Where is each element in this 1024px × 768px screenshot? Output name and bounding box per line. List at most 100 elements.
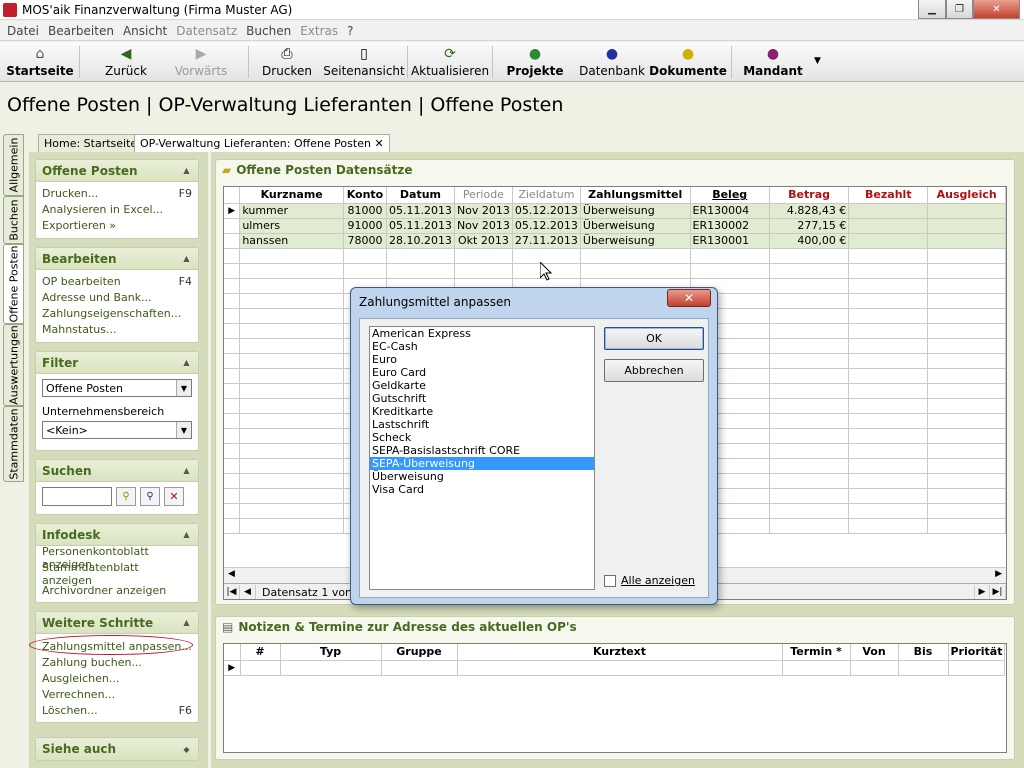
projects-button[interactable]: ● Projekte	[504, 42, 566, 82]
list-item[interactable]: Lastschrift	[370, 418, 594, 431]
filter-select[interactable]: Offene Posten ▼	[42, 379, 192, 397]
col-typ[interactable]: Typ	[280, 644, 382, 661]
col-zieldatum[interactable]: Zieldatum	[512, 187, 581, 204]
payment-properties-link[interactable]: Zahlungseigenschaften...	[36, 305, 198, 321]
address-bank-link[interactable]: Adresse und Bank...	[36, 289, 198, 305]
table-row[interactable]: hanssen 78000 28.10.2013 Okt 2013 27.11.2013…	[224, 233, 1006, 249]
filter-search-icon[interactable]: ⚲	[116, 487, 136, 506]
offset-link[interactable]: Verrechnen...	[36, 686, 198, 702]
col-ausgleich[interactable]: Ausgleich	[927, 187, 1006, 204]
list-item[interactable]: SEPA-Überweisung	[370, 457, 594, 470]
back-button[interactable]: ◀ Zurück	[98, 42, 154, 82]
client-button[interactable]: ● Mandant	[742, 42, 804, 82]
business-unit-select[interactable]: <Kein> ▼	[42, 421, 192, 439]
collapse-icon[interactable]: ▲	[181, 529, 192, 540]
menu-datensatz[interactable]: Datensatz	[176, 24, 237, 38]
doc-tab-offene-posten[interactable]: OP-Verwaltung Lieferanten: Offene Posten…	[134, 134, 390, 152]
maximize-button[interactable]: ❐	[946, 0, 973, 19]
excel-link[interactable]: Analysieren in Excel...	[36, 201, 198, 217]
table-row[interactable]: ulmers 91000 05.11.2013 Nov 2013 05.12.2013 Ü…	[224, 218, 1006, 234]
col-beleg[interactable]: Beleg	[690, 187, 770, 204]
list-item[interactable]: EC-Cash	[370, 340, 594, 353]
col-bezahlt[interactable]: Bezahlt	[848, 187, 929, 204]
clear-filter-icon[interactable]: ✕	[164, 487, 184, 506]
expand-icon[interactable]: ◆	[181, 744, 192, 755]
col-konto[interactable]: Konto	[343, 187, 387, 204]
delete-link[interactable]: Löschen... F6	[36, 702, 198, 718]
dialog-close-button[interactable]: ✕	[667, 289, 711, 307]
advanced-filter-icon[interactable]: ⚲	[140, 487, 160, 506]
minimize-button[interactable]: ▁	[918, 0, 946, 19]
last-record-icon[interactable]: ▶|	[990, 584, 1006, 599]
list-item[interactable]: Euro	[370, 353, 594, 366]
collapse-icon[interactable]: ▲	[181, 465, 192, 476]
col-prioritaet[interactable]: Priorität	[948, 644, 1006, 661]
vtab-offene-posten[interactable]: Offene Posten	[3, 244, 24, 324]
menu-ansicht[interactable]: Ansicht	[123, 24, 167, 38]
col-gruppe[interactable]: Gruppe	[381, 644, 458, 661]
page-view-button[interactable]: ▯ Seitenansicht	[323, 42, 404, 82]
list-item[interactable]: Gutschrift	[370, 392, 594, 405]
cancel-button[interactable]: Abbrechen	[604, 359, 704, 382]
collapse-icon[interactable]: ▲	[181, 165, 192, 176]
table-row[interactable]: ▶	[224, 660, 1006, 676]
col-datum[interactable]: Datum	[386, 187, 455, 204]
documents-button[interactable]: ● Dokumente	[649, 42, 727, 82]
master-data-sheet-link[interactable]: Stammdatenblatt anzeigen	[36, 561, 198, 587]
collapse-icon[interactable]: ▲	[181, 617, 192, 628]
collapse-icon[interactable]: ▲	[181, 357, 192, 368]
collapse-icon[interactable]: ▲	[181, 253, 192, 264]
menu-buchen[interactable]: Buchen	[246, 24, 291, 38]
start-button[interactable]: ⌂ Startseite	[6, 42, 73, 82]
list-item[interactable]: Visa Card	[370, 483, 594, 496]
database-button[interactable]: ● Datenbank	[578, 42, 646, 82]
vtab-auswertungen[interactable]: Auswertungen	[3, 324, 24, 406]
col-von[interactable]: Von	[850, 644, 899, 661]
menu-datei[interactable]: Datei	[7, 24, 39, 38]
col-betrag[interactable]: Betrag	[769, 187, 850, 204]
print-link[interactable]: Drucken... F9	[36, 185, 198, 201]
first-record-icon[interactable]: |◀	[224, 584, 240, 599]
vtab-stammdaten[interactable]: Stammdaten	[3, 406, 24, 482]
next-record-icon[interactable]: ▶	[974, 584, 990, 599]
doc-tab-home[interactable]: Home: Startseite	[38, 134, 144, 152]
list-item[interactable]: American Express	[370, 327, 594, 340]
dunning-status-link[interactable]: Mahnstatus...	[36, 321, 198, 337]
export-link[interactable]: Exportieren »	[36, 217, 198, 233]
list-item[interactable]: Euro Card	[370, 366, 594, 379]
op-edit-link[interactable]: OP bearbeiten F4	[36, 273, 198, 289]
list-item[interactable]: Kreditkarte	[370, 405, 594, 418]
search-input[interactable]	[42, 487, 112, 506]
list-item[interactable]: Überweisung	[370, 470, 594, 483]
book-payment-link[interactable]: Zahlung buchen...	[36, 654, 198, 670]
checkbox-box[interactable]	[604, 574, 616, 587]
menu-extras[interactable]: Extras	[300, 24, 338, 38]
client-dropdown-icon[interactable]: ▼	[814, 56, 821, 66]
list-item[interactable]: Geldkarte	[370, 379, 594, 392]
menu-bearbeiten[interactable]: Bearbeiten	[48, 24, 114, 38]
refresh-button[interactable]: ⟳ Aktualisieren	[411, 42, 489, 82]
table-row[interactable]: ▶ kummer 81000 05.11.2013 Nov 2013 05.12.201…	[224, 203, 1006, 219]
forward-button[interactable]: ▶ Vorwärts	[170, 42, 232, 82]
notes-grid[interactable]: # Typ Gruppe Kurztext Termin * Von Bis P…	[223, 643, 1007, 753]
col-termin[interactable]: Termin *	[782, 644, 851, 661]
col-kurzname[interactable]: Kurzname	[239, 187, 345, 204]
vtab-buchen[interactable]: Buchen	[3, 196, 24, 244]
close-tab-icon[interactable]: ✕	[374, 137, 383, 150]
col-periode[interactable]: Periode	[454, 187, 513, 204]
menu-help[interactable]: ?	[347, 24, 353, 38]
close-window-button[interactable]: ✕	[973, 0, 1020, 19]
col-zahlungsmittel[interactable]: Zahlungsmittel	[580, 187, 691, 204]
col-kurztext[interactable]: Kurztext	[457, 644, 783, 661]
prev-record-icon[interactable]: ◀	[240, 584, 256, 599]
payment-method-list[interactable]: American Express EC-Cash Euro Euro Card Geld…	[369, 326, 595, 590]
col-bis[interactable]: Bis	[898, 644, 949, 661]
print-button[interactable]: ⎙ Drucken	[258, 42, 316, 82]
list-item[interactable]: Scheck	[370, 431, 594, 444]
col-number[interactable]: #	[240, 644, 281, 661]
vtab-allgemein[interactable]: Allgemein	[3, 134, 24, 196]
balance-link[interactable]: Ausgleichen...	[36, 670, 198, 686]
ok-button[interactable]: OK	[604, 327, 704, 350]
show-all-checkbox[interactable]: Alle anzeigen	[604, 574, 695, 587]
list-item[interactable]: SEPA-Basislastschrift CORE	[370, 444, 594, 457]
